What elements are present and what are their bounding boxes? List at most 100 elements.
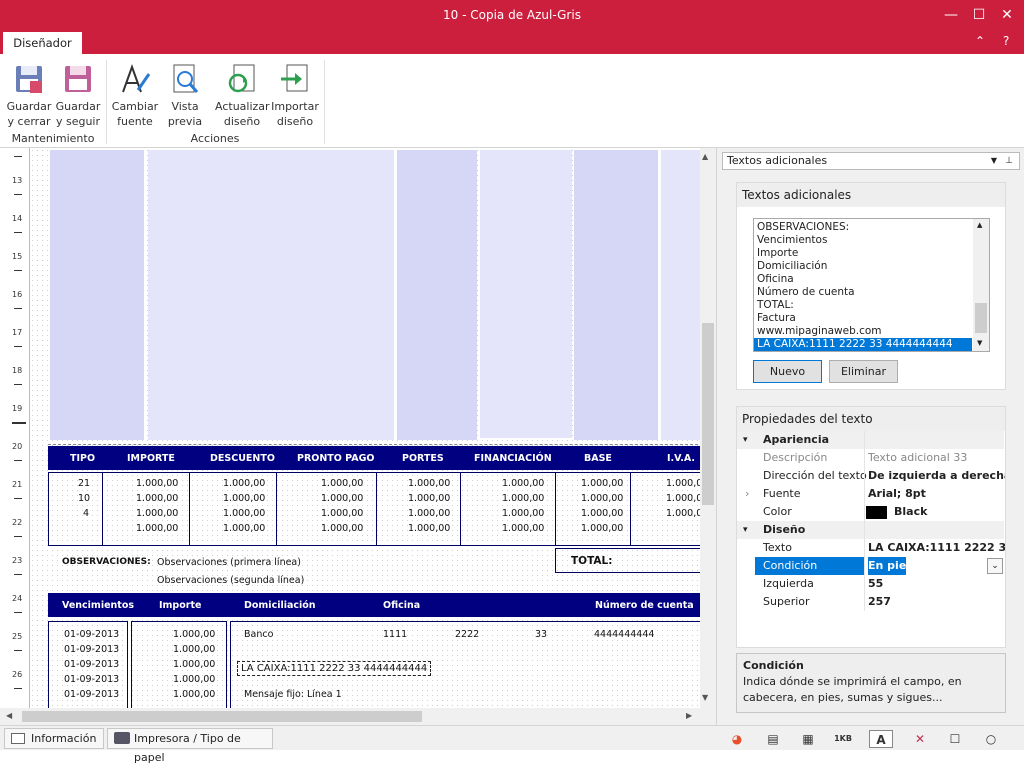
barcode-icon[interactable]: 1KB [834, 730, 852, 748]
label-line-1: Guardar [6, 100, 52, 113]
scroll-up-icon[interactable]: ▲ [977, 221, 982, 229]
document-icon[interactable]: ▤ [764, 730, 782, 748]
pin-icon[interactable]: ⊥ [1005, 153, 1013, 169]
informacion-button[interactable]: Información [4, 728, 104, 749]
dc-field[interactable]: 33 [535, 629, 547, 640]
printer-small-icon[interactable]: ▦ [799, 730, 817, 748]
prop-direccion[interactable]: Dirección del texto De izquierda a derec… [737, 467, 1005, 485]
tipo-value: 4 [83, 508, 90, 519]
table2-header[interactable]: Vencimientos Importe Domiciliación Ofici… [48, 593, 700, 617]
scroll-thumb[interactable] [22, 711, 422, 722]
column-block[interactable] [50, 150, 144, 440]
list-item[interactable]: www.mipaginaweb.com [754, 325, 989, 338]
palette-icon[interactable]: ◕ [728, 730, 746, 748]
prop-izquierda[interactable]: Izquierda 55 [737, 575, 1004, 593]
base-value: 1.000,00 [581, 493, 624, 504]
scroll-thumb[interactable] [702, 323, 714, 505]
nuevo-button[interactable]: Nuevo [753, 360, 822, 383]
tab-disenador[interactable]: Diseñador [3, 32, 82, 54]
list-item[interactable]: Factura [754, 312, 989, 325]
design-canvas[interactable]: TIPO IMPORTE DESCUENTO PRONTO PAGO PORTE… [30, 148, 700, 708]
oficina-field[interactable]: 1111 [383, 629, 407, 640]
eliminar-button[interactable]: Eliminar [829, 360, 898, 383]
actualizar-diseno-button[interactable]: Actualizar diseño [215, 62, 270, 129]
minimize-button[interactable]: — [937, 4, 965, 26]
banco-field[interactable]: Banco [244, 629, 273, 640]
mensaje-fijo[interactable]: Mensaje fijo: Línea 1 [244, 689, 342, 700]
maximize-button[interactable]: ☐ [965, 4, 993, 26]
entidad-field[interactable]: 2222 [455, 629, 479, 640]
scroll-up-icon[interactable]: ▲ [702, 152, 708, 161]
color-swatch [866, 506, 887, 519]
textos-listbox[interactable]: OBSERVACIONES: Vencimientos Importe Domi… [753, 218, 990, 352]
scroll-right-icon[interactable]: ▶ [686, 711, 692, 720]
descuento-value: 1.000,00 [223, 508, 266, 519]
column-block[interactable] [661, 150, 700, 440]
observaciones-label[interactable]: OBSERVACIONES: [62, 557, 151, 567]
close-button[interactable]: ✕ [993, 4, 1021, 26]
horizontal-scrollbar[interactable]: ◀ ▶ [0, 708, 716, 725]
prop-fuente[interactable]: › Fuente Arial; 8pt [737, 485, 1004, 503]
selected-caixa-text[interactable]: LA CAIXA:1111 2222 33 4444444444 [237, 661, 432, 676]
prop-label: Fuente [763, 487, 801, 500]
chevron-down-icon[interactable]: ▼ [991, 153, 997, 169]
line-tool-icon[interactable]: ✕ [911, 730, 929, 748]
observaciones-line-1[interactable]: Observaciones (primera línea) [157, 557, 301, 568]
expand-icon[interactable]: › [745, 485, 749, 503]
guardar-cerrar-button[interactable]: Guardar y cerrar [4, 62, 54, 129]
rectangle-tool-icon[interactable]: ☐ [946, 730, 964, 748]
list-item-selected[interactable]: LA CAIXA:1111 2222 33 4444444444 [754, 338, 972, 351]
observaciones-line-2[interactable]: Observaciones (segunda línea) [157, 575, 304, 586]
collapse-icon[interactable]: ▾ [743, 431, 748, 449]
list-item[interactable]: OBSERVACIONES: [754, 221, 989, 234]
category-apariencia[interactable]: ▾ Apariencia [737, 431, 1004, 449]
help-icon[interactable]: ? [1003, 34, 1009, 48]
category-diseno[interactable]: ▾ Diseño [737, 521, 1004, 539]
list-item[interactable]: TOTAL: [754, 299, 989, 312]
ellipse-tool-icon[interactable]: ○ [982, 730, 1000, 748]
descuento-value: 1.000,00 [223, 478, 266, 489]
list-item[interactable]: Número de cuenta [754, 286, 989, 299]
label-line-2: fuente [117, 115, 153, 128]
ruler-tick [14, 270, 22, 271]
prop-superior[interactable]: Superior 257 [737, 593, 1004, 611]
prop-value[interactable]: En pie [868, 557, 907, 575]
tipo-value: 10 [78, 493, 91, 504]
table1-header[interactable]: TIPO IMPORTE DESCUENTO PRONTO PAGO PORTE… [48, 446, 700, 470]
label-line-1: Cambiar [111, 100, 159, 113]
panel-selector-dropdown[interactable]: Textos adicionales ▼ ⊥ [722, 152, 1020, 170]
scroll-down-icon[interactable]: ▼ [702, 693, 708, 702]
column-block[interactable] [148, 150, 394, 440]
vertical-scrollbar[interactable]: ▲ ▼ [700, 148, 716, 708]
list-item[interactable]: Vencimientos [754, 234, 989, 247]
cambiar-fuente-button[interactable]: Cambiar fuente [110, 62, 160, 129]
property-grid[interactable]: ▾ Apariencia Descripción Texto adicional… [737, 431, 1005, 647]
cuenta-field[interactable]: 4444444444 [594, 629, 654, 640]
list-scrollbar[interactable]: ▲ ▼ [973, 219, 989, 351]
prop-texto[interactable]: Texto LA CAIXA:1111 2222 33 4444 [737, 539, 1005, 557]
chevron-down-icon[interactable]: ⌄ [987, 558, 1003, 574]
impresora-button[interactable]: Impresora / Tipo de papel [107, 728, 273, 764]
ruler-marker[interactable] [12, 422, 26, 424]
header-importe: Importe [159, 600, 202, 611]
column-block[interactable] [397, 150, 477, 440]
vencimiento-date: 01-09-2013 [64, 674, 120, 685]
column-block[interactable] [574, 150, 658, 440]
column-block[interactable] [480, 150, 572, 438]
scroll-left-icon[interactable]: ◀ [6, 711, 12, 720]
importar-diseno-button[interactable]: Importar diseño [270, 62, 320, 129]
list-item[interactable]: Importe [754, 247, 989, 260]
scroll-down-icon[interactable]: ▼ [977, 339, 982, 347]
guardar-seguir-button[interactable]: Guardar y seguir [53, 62, 103, 129]
text-tool-icon[interactable]: A [869, 730, 893, 748]
scroll-thumb[interactable] [975, 303, 987, 333]
ribbon-collapse-icon[interactable]: ⌃ [975, 34, 985, 48]
prop-descripcion[interactable]: Descripción Texto adicional 33 [737, 449, 1004, 467]
prop-condicion[interactable]: Condición En pie ⌄ [737, 557, 1004, 575]
list-item[interactable]: Oficina [754, 273, 989, 286]
list-item[interactable]: Domiciliación [754, 260, 989, 273]
collapse-icon[interactable]: ▾ [743, 521, 748, 539]
prop-color[interactable]: Color Black [737, 503, 1004, 521]
total-label[interactable]: TOTAL: [571, 555, 612, 567]
vista-previa-button[interactable]: Vista previa [160, 62, 210, 129]
